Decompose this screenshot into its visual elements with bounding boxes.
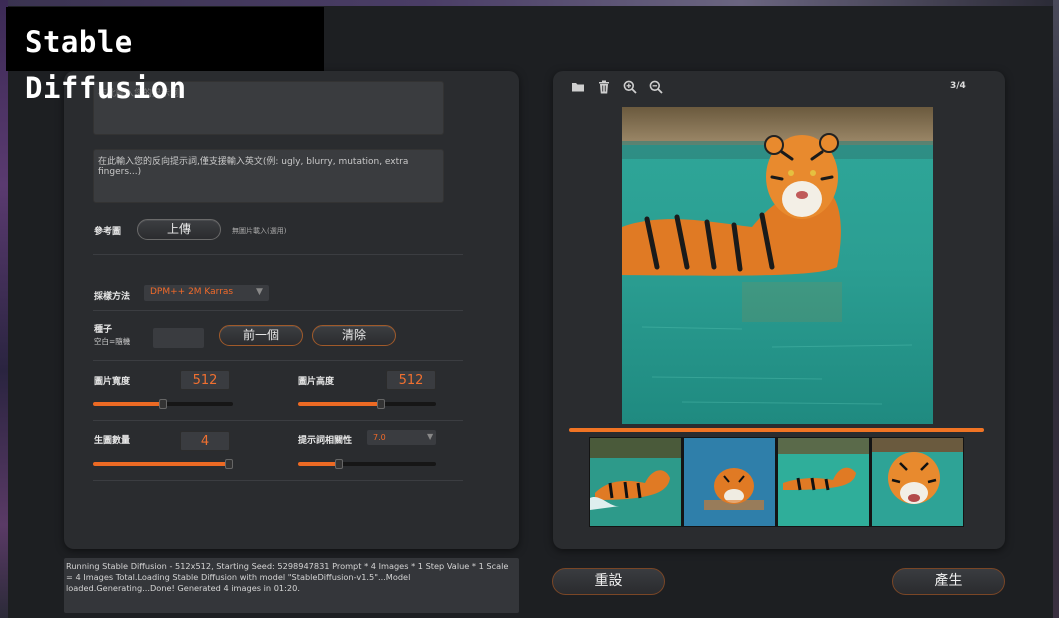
caret-down-icon: ▼ (427, 432, 434, 441)
height-slider-handle[interactable] (376, 399, 385, 409)
generate-button[interactable]: 產生 (892, 568, 1005, 595)
width-slider[interactable] (93, 399, 233, 409)
count-input[interactable]: 4 (180, 431, 230, 451)
reference-label: 參考圖 (94, 227, 122, 237)
thumbnail-2[interactable] (684, 438, 775, 526)
caret-down-icon: ▼ (256, 287, 263, 297)
thumbnail-strip (589, 437, 964, 527)
count-slider-handle[interactable] (224, 459, 233, 469)
divider (93, 310, 463, 311)
image-counter: 3/4 (950, 81, 966, 91)
previous-seed-button[interactable]: 前一個 (219, 325, 303, 346)
folder-icon[interactable] (571, 80, 585, 97)
width-label: 圖片寬度 (94, 377, 131, 387)
seed-sublabel: 空白=隨機 (94, 337, 131, 346)
seed-input[interactable] (153, 328, 204, 348)
zoom-in-icon[interactable] (623, 80, 637, 98)
reset-button[interactable]: 重設 (552, 568, 665, 595)
width-slider-fill (93, 402, 163, 406)
negative-prompt-input[interactable]: 在此輸入您的反向提示詞,僅支援輸入英文(例: ugly, blurry, mut… (93, 149, 444, 203)
background-strip-right (1053, 0, 1059, 618)
guidance-slider[interactable] (298, 459, 436, 469)
trash-icon[interactable] (598, 80, 610, 98)
divider (93, 360, 463, 361)
width-input[interactable]: 512 (180, 370, 230, 390)
divider (93, 420, 463, 421)
background-strip-left (0, 0, 8, 618)
status-log: Running Stable Diffusion - 512x512, Star… (64, 558, 519, 613)
seed-label: 種子 (94, 325, 113, 335)
divider (93, 254, 463, 255)
guidance-slider-fill (298, 462, 340, 466)
width-slider-handle[interactable] (159, 399, 167, 409)
height-slider[interactable] (298, 399, 436, 409)
height-input[interactable]: 512 (386, 370, 436, 390)
guidance-slider-handle[interactable] (335, 459, 344, 469)
height-label: 圖片高度 (298, 377, 335, 387)
divider (93, 480, 463, 481)
main-image-tiger (622, 107, 933, 424)
upload-button[interactable]: 上傳 (137, 219, 221, 240)
thumbnail-1[interactable] (590, 438, 681, 526)
sampler-label: 採樣方法 (94, 292, 131, 302)
clear-seed-button[interactable]: 清除 (312, 325, 396, 346)
background-strip-top (0, 0, 1059, 6)
count-slider[interactable] (93, 459, 233, 469)
image-progress-bar (569, 428, 984, 432)
sampler-value: DPM++ 2M Karras (150, 287, 234, 297)
height-slider-fill (298, 402, 381, 406)
guidance-select[interactable]: 7.0 (367, 430, 436, 445)
guidance-label: 提示詞相關性 (298, 436, 353, 446)
thumbnail-3[interactable] (778, 438, 869, 526)
sampler-select[interactable]: DPM++ 2M Karras (144, 285, 269, 301)
guidance-value: 7.0 (373, 433, 386, 442)
count-slider-fill (93, 462, 229, 466)
thumbnail-4[interactable] (872, 438, 963, 526)
count-label: 生圖數量 (94, 436, 131, 446)
app-title: Stable Diffusion (25, 25, 187, 105)
reference-hint: 無圖片載入(選用) (232, 227, 287, 235)
zoom-out-icon[interactable] (649, 80, 663, 98)
